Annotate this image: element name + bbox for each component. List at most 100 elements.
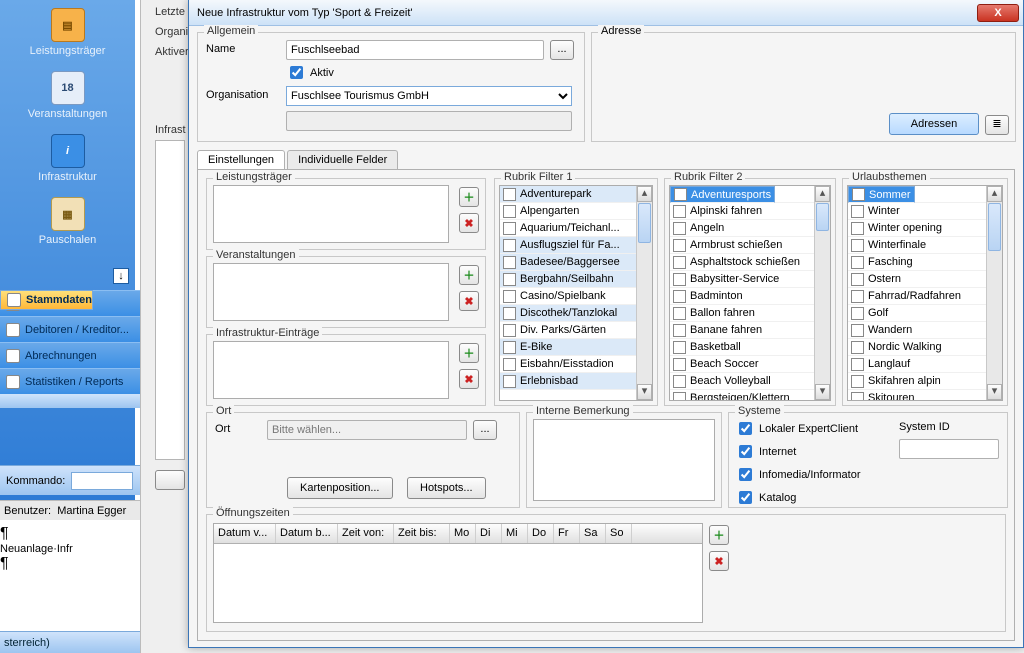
close-button[interactable]: X xyxy=(977,4,1019,22)
list-item[interactable]: Div. Parks/Gärten xyxy=(500,322,636,339)
checkbox-icon[interactable] xyxy=(503,188,516,201)
list-item[interactable]: E-Bike xyxy=(500,339,636,356)
scroll-down-icon[interactable]: ▾ xyxy=(815,384,830,400)
sidebar-item-veranstaltungen[interactable]: 18 Veranstaltungen xyxy=(0,71,135,120)
table-column-header[interactable]: Datum v... xyxy=(214,524,276,543)
system-checkbox-input[interactable] xyxy=(739,422,752,435)
scrollbar[interactable]: ▴ ▾ xyxy=(986,186,1002,400)
active-checkbox[interactable]: Aktiv xyxy=(286,63,334,82)
list-item[interactable]: Winter xyxy=(848,203,986,220)
bemerkung-textarea[interactable] xyxy=(533,419,715,501)
scrollbar[interactable]: ▴ ▾ xyxy=(814,186,830,400)
sidebar-item-pauschalen[interactable]: ▦ Pauschalen xyxy=(0,197,135,246)
list-item[interactable]: Nordic Walking xyxy=(848,339,986,356)
ort-browse-button[interactable]: ... xyxy=(473,420,497,440)
checkbox-icon[interactable] xyxy=(673,239,686,252)
leistungstraeger-list[interactable] xyxy=(213,185,449,243)
list-item[interactable]: Basketball xyxy=(670,339,814,356)
checkbox-icon[interactable] xyxy=(673,358,686,371)
table-column-header[interactable]: Fr xyxy=(554,524,580,543)
tab-einstellungen[interactable]: Einstellungen xyxy=(197,150,285,170)
checkbox-icon[interactable] xyxy=(503,239,516,252)
list-item[interactable]: Ballon fahren xyxy=(670,305,814,322)
checkbox-icon[interactable] xyxy=(851,256,864,269)
delete-button[interactable]: ✖ xyxy=(709,551,729,571)
checkbox-icon[interactable] xyxy=(673,341,686,354)
system-checkbox[interactable]: Infomedia/Informator xyxy=(735,465,861,484)
checkbox-icon[interactable] xyxy=(503,324,516,337)
scroll-down-icon[interactable]: ▾ xyxy=(987,384,1002,400)
table-column-header[interactable]: Zeit von: xyxy=(338,524,394,543)
scrollbar[interactable]: ▴ ▾ xyxy=(636,186,652,400)
list-item[interactable]: Skitouren xyxy=(848,390,986,400)
kommando-input[interactable] xyxy=(71,472,133,490)
scroll-thumb[interactable] xyxy=(988,203,1001,251)
scroll-up-icon[interactable]: ▴ xyxy=(987,186,1002,202)
checkbox-icon[interactable] xyxy=(852,188,865,201)
checkbox-icon[interactable] xyxy=(851,290,864,303)
system-checkbox-input[interactable] xyxy=(739,491,752,504)
rubrik1-listbox[interactable]: AdventureparkAlpengartenAquarium/Teichan… xyxy=(499,185,653,401)
list-item[interactable]: Angeln xyxy=(670,220,814,237)
address-list-icon[interactable]: ≣ xyxy=(985,115,1009,135)
infrastruktur-list[interactable] xyxy=(213,341,449,399)
name-browse-button[interactable]: ... xyxy=(550,40,574,60)
sidebar-item-leistungstraeger[interactable]: ▤ Leistungsträger xyxy=(0,8,135,57)
list-item[interactable]: Langlauf xyxy=(848,356,986,373)
kartenposition-button[interactable]: Kartenposition... xyxy=(287,477,393,499)
scroll-down-icon[interactable]: ▾ xyxy=(637,384,652,400)
checkbox-icon[interactable] xyxy=(673,375,686,388)
checkbox-icon[interactable] xyxy=(851,358,864,371)
tab-individuelle-felder[interactable]: Individuelle Felder xyxy=(287,150,398,170)
list-item[interactable]: Adventuresports xyxy=(670,186,775,203)
checkbox-icon[interactable] xyxy=(503,273,516,286)
name-input[interactable] xyxy=(286,40,544,60)
ort-select[interactable] xyxy=(267,420,467,440)
list-item[interactable]: Babysitter-Service xyxy=(670,271,814,288)
list-item[interactable]: Beach Volleyball xyxy=(670,373,814,390)
list-item[interactable]: Bergsteigen/Klettern xyxy=(670,390,814,400)
checkbox-icon[interactable] xyxy=(674,188,687,201)
addresses-button[interactable]: Adressen xyxy=(889,113,979,135)
checkbox-icon[interactable] xyxy=(503,307,516,320)
list-item[interactable]: Winter opening xyxy=(848,220,986,237)
checkbox-icon[interactable] xyxy=(673,324,686,337)
list-item[interactable]: Sommer xyxy=(848,186,915,203)
system-checkbox-input[interactable] xyxy=(739,468,752,481)
checkbox-icon[interactable] xyxy=(673,222,686,235)
checkbox-icon[interactable] xyxy=(851,273,864,286)
table-column-header[interactable]: Mo xyxy=(450,524,476,543)
veranstaltungen-list[interactable] xyxy=(213,263,449,321)
add-button[interactable]: ＋ xyxy=(709,525,729,545)
list-item[interactable]: Alpengarten xyxy=(500,203,636,220)
checkbox-icon[interactable] xyxy=(673,256,686,269)
list-item[interactable]: Beach Soccer xyxy=(670,356,814,373)
list-item[interactable]: Bergbahn/Seilbahn xyxy=(500,271,636,288)
add-button[interactable]: ＋ xyxy=(459,187,479,207)
sidebar-item-infrastruktur[interactable]: i Infrastruktur xyxy=(0,134,135,183)
checkbox-icon[interactable] xyxy=(673,290,686,303)
list-item[interactable]: Erlebnisbad xyxy=(500,373,636,390)
checkbox-icon[interactable] xyxy=(503,358,516,371)
list-item[interactable]: Casino/Spielbank xyxy=(500,288,636,305)
active-checkbox-input[interactable] xyxy=(290,66,303,79)
list-item[interactable]: Alpinski fahren xyxy=(670,203,814,220)
checkbox-icon[interactable] xyxy=(851,205,864,218)
list-item[interactable]: Skifahren alpin xyxy=(848,373,986,390)
table-column-header[interactable]: Mi xyxy=(502,524,528,543)
list-item[interactable]: Wandern xyxy=(848,322,986,339)
table-column-header[interactable]: Zeit bis: xyxy=(394,524,450,543)
checkbox-icon[interactable] xyxy=(503,341,516,354)
checkbox-icon[interactable] xyxy=(851,392,864,401)
delete-button[interactable]: ✖ xyxy=(459,213,479,233)
checkbox-icon[interactable] xyxy=(503,256,516,269)
list-item[interactable]: Asphaltstock schießen xyxy=(670,254,814,271)
list-item[interactable]: Winterfinale xyxy=(848,237,986,254)
table-column-header[interactable]: Do xyxy=(528,524,554,543)
checkbox-icon[interactable] xyxy=(673,273,686,286)
nav-stammdaten[interactable]: Stammdaten xyxy=(0,290,93,310)
scroll-thumb[interactable] xyxy=(638,203,651,243)
checkbox-icon[interactable] xyxy=(503,290,516,303)
rubrik2-listbox[interactable]: AdventuresportsAirboardAlpinski fahrenAn… xyxy=(669,185,831,401)
list-item[interactable]: Banane fahren xyxy=(670,322,814,339)
